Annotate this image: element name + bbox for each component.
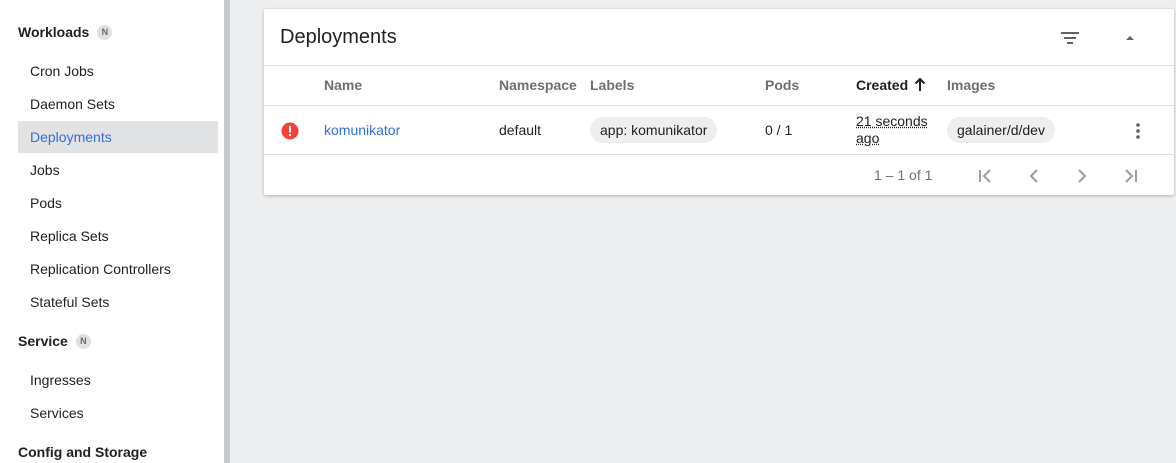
sidebar-item-label: Jobs — [30, 162, 60, 178]
column-header-namespace[interactable]: Namespace — [499, 77, 577, 93]
column-header-label: Created — [856, 77, 909, 93]
sidebar-item-label: Cron Jobs — [30, 63, 94, 79]
sidebar-item-label: Stateful Sets — [30, 294, 110, 310]
divider — [264, 154, 1174, 155]
filter-button[interactable] — [1054, 22, 1086, 54]
sidebar-item-jobs[interactable]: Jobs — [18, 154, 218, 186]
image-chip: galainer/d/dev — [947, 117, 1055, 143]
last-page-button[interactable] — [1114, 160, 1146, 192]
new-badge: N — [97, 24, 113, 40]
filter-icon — [1061, 32, 1079, 44]
previous-page-button[interactable] — [1018, 160, 1050, 192]
column-header-pods: Pods — [765, 77, 799, 93]
section-header-config-storage: Config and Storage — [18, 444, 147, 460]
divider — [264, 105, 1174, 106]
arrow-drop-up-icon — [1126, 36, 1134, 40]
column-header-label: Images — [947, 77, 996, 93]
column-header-label: Name — [324, 77, 363, 93]
deployments-card: Deployments Name Namespace Labels Pods C… — [264, 9, 1174, 195]
sort-ascending-icon — [914, 78, 926, 91]
sidebar-item-replica-sets[interactable]: Replica Sets — [18, 220, 218, 252]
column-header-label: Pods — [765, 77, 800, 93]
column-header-created[interactable]: Created — [856, 77, 926, 93]
column-header-label: Labels — [590, 77, 635, 93]
paginator-range: 1 – 1 of 1 — [874, 167, 933, 183]
sidebar-item-deployments[interactable]: Deployments — [18, 121, 218, 153]
sidebar-item-label: Daemon Sets — [30, 96, 115, 112]
sidebar-item-label: Ingresses — [30, 372, 91, 388]
sidebar-item-label: Deployments — [30, 129, 112, 145]
sidebar-item-replication-controllers[interactable]: Replication Controllers — [18, 253, 218, 285]
column-header-label: Namespace — [499, 77, 577, 93]
chevron-right-icon — [1078, 169, 1087, 183]
chevron-left-icon — [1029, 169, 1038, 183]
divider — [264, 65, 1174, 66]
first-page-button[interactable] — [970, 160, 1002, 192]
next-page-button[interactable] — [1066, 160, 1098, 192]
created-line: 21 seconds — [856, 113, 928, 129]
error-status-icon — [281, 122, 299, 140]
sidebar-item-label: Replication Controllers — [30, 261, 171, 277]
card-title: Deployments — [280, 26, 397, 48]
collapse-button[interactable] — [1114, 22, 1146, 54]
namespace-value: default — [499, 122, 542, 138]
deployment-name-link[interactable]: komunikator — [324, 122, 400, 138]
section-title-workloads: Workloads — [18, 24, 90, 40]
sidebar-item-label: Services — [30, 405, 84, 421]
sidebar-item-stateful-sets[interactable]: Stateful Sets — [18, 286, 218, 318]
sidebar-item-daemon-sets[interactable]: Daemon Sets — [18, 88, 218, 120]
column-header-labels: Labels — [590, 77, 634, 93]
last-page-icon — [1125, 169, 1137, 183]
created-line: ago — [856, 130, 880, 146]
sidebar-item-cron-jobs[interactable]: Cron Jobs — [18, 55, 218, 87]
more-vert-icon — [1136, 123, 1140, 139]
sidebar-item-services[interactable]: Services — [18, 397, 218, 429]
sidebar-scrollbar[interactable] — [224, 0, 230, 463]
new-badge: N — [75, 333, 91, 349]
column-header-images: Images — [947, 77, 995, 93]
first-page-icon — [979, 169, 991, 183]
sidebar-item-label: Replica Sets — [30, 228, 109, 244]
section-header-service: Service N — [18, 333, 91, 349]
column-header-name[interactable]: Name — [324, 77, 362, 93]
label-chip: app: komunikator — [590, 117, 718, 143]
sidebar: Workloads N Cron Jobs Daemon Sets Deploy… — [0, 0, 224, 463]
row-actions-button[interactable] — [1122, 115, 1154, 147]
sidebar-item-ingresses[interactable]: Ingresses — [18, 364, 218, 396]
section-title-config-storage: Config and Storage — [18, 444, 148, 460]
section-title-service: Service — [18, 333, 68, 349]
sidebar-item-pods[interactable]: Pods — [18, 187, 218, 219]
sidebar-item-label: Pods — [30, 195, 62, 211]
section-header-workloads: Workloads N — [18, 24, 113, 40]
pods-value: 0 / 1 — [765, 122, 793, 138]
created-value: 21 seconds ago — [856, 113, 928, 147]
